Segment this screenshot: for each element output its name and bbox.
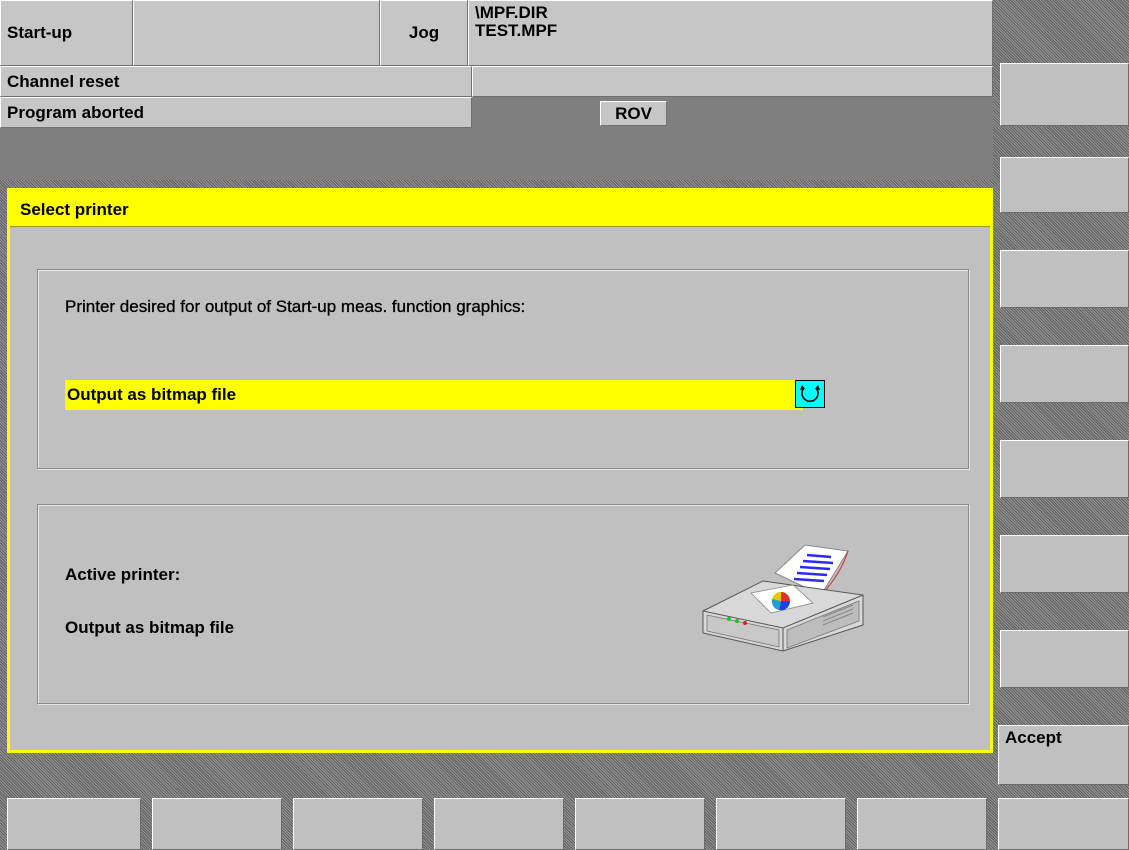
area-field: Start-up <box>0 0 133 66</box>
accept-label: Accept <box>1005 728 1062 747</box>
horizontal-softkey-8[interactable] <box>998 798 1129 850</box>
program-state-field: Program aborted <box>0 97 472 128</box>
program-path-field: \MPF.DIR TEST.MPF <box>468 0 993 66</box>
horizontal-softkey-7[interactable] <box>857 798 987 850</box>
active-printer-value: Output as bitmap file <box>65 618 235 637</box>
vertical-softkey-4[interactable] <box>1000 345 1129 403</box>
horizontal-softkey-5[interactable] <box>575 798 705 850</box>
rov-indicator: ROV <box>600 101 667 126</box>
program-name: TEST.MPF <box>475 21 558 40</box>
accept-softkey[interactable]: Accept <box>998 725 1129 785</box>
active-printer-label: Active printer: <box>65 565 181 584</box>
vertical-softkey-3[interactable] <box>1000 250 1129 308</box>
printer-selection-value: Output as bitmap file <box>67 385 237 404</box>
printer-selection-group: Printer desired for output of Start-up m… <box>37 269 969 469</box>
horizontal-softkey-2[interactable] <box>152 798 282 850</box>
cycle-toggle-icon[interactable] <box>795 380 825 408</box>
mode-label: Jog <box>408 23 440 42</box>
dialog-title-bar: Select printer <box>10 194 990 227</box>
horizontal-softkey-6[interactable] <box>716 798 846 850</box>
program-directory: \MPF.DIR <box>475 3 548 22</box>
mode-field: Jog <box>380 0 468 66</box>
program-state-text: Program aborted <box>7 102 144 122</box>
horizontal-softkey-4[interactable] <box>434 798 564 850</box>
vertical-softkey-2[interactable] <box>1000 157 1129 213</box>
dialog-title: Select printer <box>20 200 129 219</box>
vertical-softkey-1[interactable] <box>1000 63 1129 126</box>
vertical-softkey-6[interactable] <box>1000 535 1129 593</box>
horizontal-softkey-1[interactable] <box>7 798 141 850</box>
printer-icon <box>693 533 883 653</box>
alarm-field <box>472 66 993 97</box>
printer-prompt: Printer desired for output of Start-up m… <box>65 297 526 316</box>
vertical-softkey-5[interactable] <box>1000 440 1129 498</box>
channel-state-text: Channel reset <box>7 71 120 91</box>
rov-label: ROV <box>615 103 652 123</box>
printer-selection-field[interactable]: Output as bitmap file <box>65 380 803 410</box>
horizontal-softkey-3[interactable] <box>293 798 423 850</box>
vertical-softkey-7[interactable] <box>1000 630 1129 688</box>
select-printer-dialog: Select printer Printer desired for outpu… <box>7 188 993 753</box>
empty-header-field <box>133 0 380 66</box>
channel-state-field: Channel reset <box>0 66 472 97</box>
area-label: Start-up <box>7 23 73 42</box>
active-printer-group: Active printer: Output as bitmap file <box>37 504 969 704</box>
